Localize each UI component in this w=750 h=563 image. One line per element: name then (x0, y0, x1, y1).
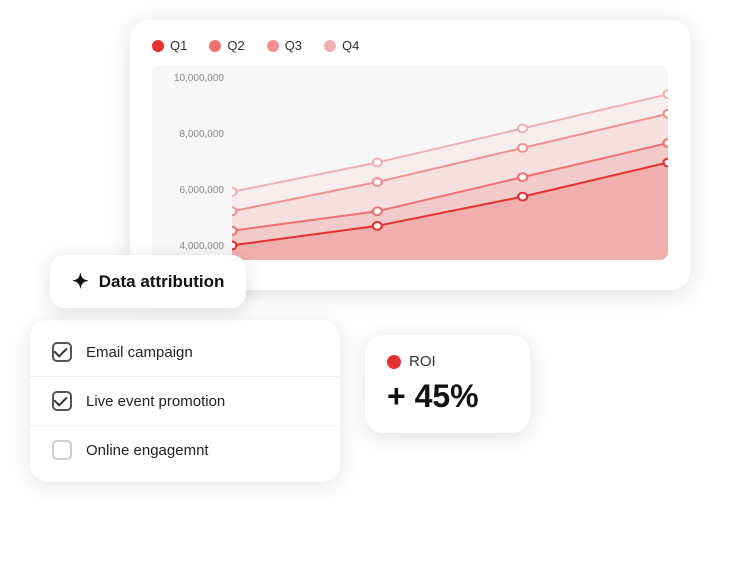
legend-item: Q4 (324, 38, 359, 53)
chart-dot (664, 139, 668, 147)
scene: Q1 Q2 Q3 Q4 10,000,000 8,000,000 6,000,000 4,0… (0, 0, 750, 563)
legend-label: Q3 (285, 38, 302, 53)
chart-dot (518, 124, 527, 132)
chart-dot (664, 159, 668, 167)
legend-dot (152, 40, 164, 52)
y-axis-label: 4,000,000 (158, 241, 224, 252)
roi-label: ROI (409, 353, 436, 370)
roi-value: + 45% (387, 378, 508, 415)
chart-card: Q1 Q2 Q3 Q4 10,000,000 8,000,000 6,000,000 4,0… (130, 20, 690, 290)
legend-dot (267, 40, 279, 52)
chart-dot (518, 193, 527, 201)
checklist-label: Online engagemnt (86, 442, 209, 459)
checklist-label: Email campaign (86, 344, 193, 361)
chart-dot (232, 188, 236, 196)
chart-dot (664, 110, 668, 118)
checkbox[interactable] (52, 391, 72, 411)
chart-dot (518, 144, 527, 152)
y-axis-label: 10,000,000 (158, 73, 224, 84)
chart-dot (373, 178, 382, 186)
y-axis-label: 8,000,000 (158, 129, 224, 140)
legend-dot (324, 40, 336, 52)
chart-dot (373, 159, 382, 167)
legend-dot (209, 40, 221, 52)
y-axis-labels: 10,000,000 8,000,000 6,000,000 4,000,000 (152, 65, 232, 260)
checklist-item: Email campaign (30, 328, 340, 377)
legend-label: Q4 (342, 38, 359, 53)
chart-dot (664, 90, 668, 98)
checklist-item: Online engagemnt (30, 426, 340, 474)
legend-label: Q2 (227, 38, 244, 53)
y-axis-label: 6,000,000 (158, 185, 224, 196)
checklist-item: Live event promotion (30, 377, 340, 426)
legend-item: Q3 (267, 38, 302, 53)
chart-legend: Q1 Q2 Q3 Q4 (152, 38, 668, 53)
attribution-badge: ✦ Data attribution (50, 255, 246, 308)
chart-svg (232, 65, 668, 260)
checklist-label: Live event promotion (86, 393, 225, 410)
checkbox[interactable] (52, 440, 72, 460)
chart-area: 10,000,000 8,000,000 6,000,000 4,000,000 (152, 65, 668, 260)
attribution-label: Data attribution (99, 272, 225, 292)
chart-dot (518, 173, 527, 181)
checkbox[interactable] (52, 342, 72, 362)
chart-dot (232, 207, 236, 215)
roi-card: ROI + 45% (365, 335, 530, 433)
legend-label: Q1 (170, 38, 187, 53)
legend-item: Q2 (209, 38, 244, 53)
checklist-card: Email campaign Live event promotion Online… (30, 320, 340, 482)
roi-dot (387, 355, 401, 369)
chart-dot (373, 222, 382, 230)
chart-dot (373, 207, 382, 215)
chart-dot (232, 241, 236, 249)
legend-item: Q1 (152, 38, 187, 53)
chart-dot (232, 227, 236, 235)
attribution-icon: ✦ (72, 269, 89, 294)
chart-svg-wrapper (232, 65, 668, 260)
roi-header: ROI (387, 353, 508, 370)
